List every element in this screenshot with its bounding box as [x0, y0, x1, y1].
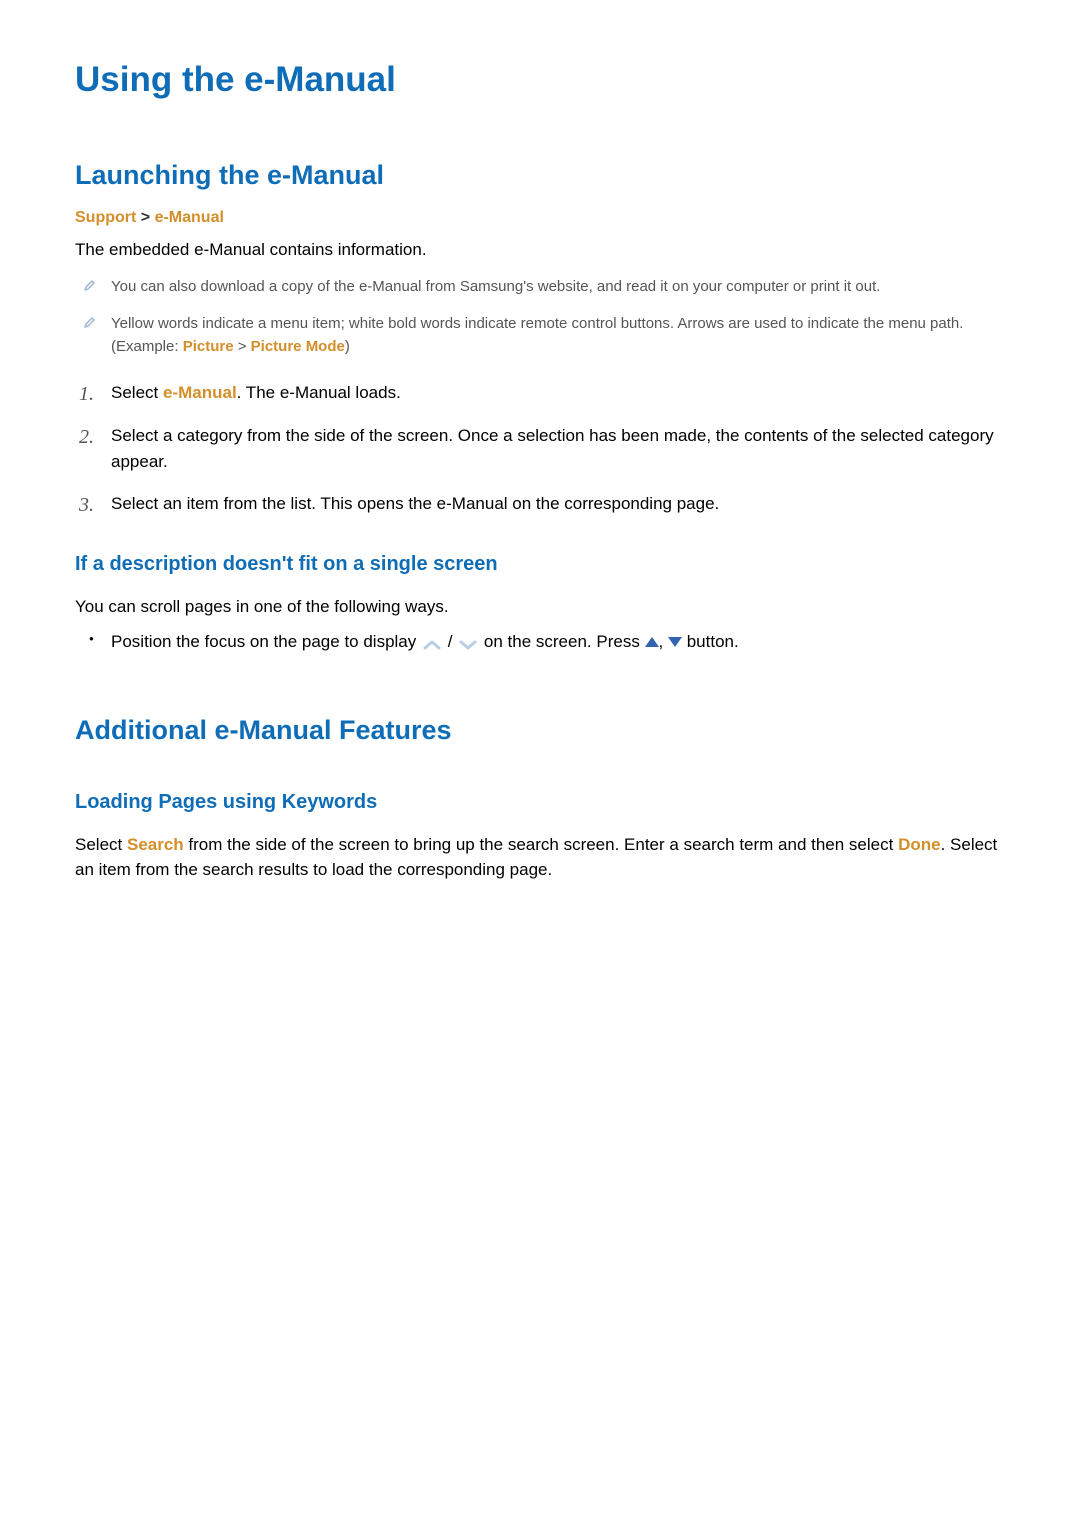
section-heading-additional: Additional e-Manual Features [75, 715, 1005, 746]
step-text: Select an item from the list. This opens… [111, 494, 719, 513]
step-text: Select a category from the side of the s… [111, 426, 994, 471]
subsection-heading-scroll: If a description doesn't fit on a single… [75, 553, 1005, 576]
note-item: Yellow words indicate a menu item; white… [75, 312, 1005, 359]
chevron-up-icon [421, 635, 443, 651]
bullet-text-mid: on the screen. Press [484, 632, 645, 651]
bullet-slash: / [448, 632, 457, 651]
step-item: Select a category from the side of the s… [75, 423, 1005, 476]
bullet-text-pre: Position the focus on the page to displa… [111, 632, 421, 651]
menu-item-picture: Picture [183, 338, 234, 355]
bullet-comma: , [659, 632, 668, 651]
menu-item-done: Done [898, 835, 941, 854]
bullet-text-post: button. [682, 632, 739, 651]
chevron-down-icon [457, 635, 479, 651]
pencil-icon [83, 315, 97, 329]
intro-text: The embedded e-Manual contains informati… [75, 237, 1005, 263]
note-text-after: ) [345, 338, 350, 355]
breadcrumb-arrow: > [141, 209, 150, 226]
menu-item-picture-mode: Picture Mode [251, 338, 345, 355]
step-text-pre: Select [111, 383, 163, 402]
breadcrumb-emanual: e-Manual [155, 209, 224, 226]
note-item: You can also download a copy of the e-Ma… [75, 275, 1005, 298]
section-heading-launching: Launching the e-Manual [75, 160, 1005, 191]
triangle-down-icon [668, 637, 682, 647]
scroll-intro: You can scroll pages in one of the follo… [75, 594, 1005, 620]
arrow-inline: > [234, 338, 251, 355]
keywords-text: Select Search from the side of the scree… [75, 832, 1005, 883]
step-item: Select an item from the list. This opens… [75, 491, 1005, 517]
breadcrumb: Support > e-Manual [75, 209, 1005, 227]
numbered-steps: Select e-Manual. The e-Manual loads. Sel… [75, 380, 1005, 517]
note-text: You can also download a copy of the e-Ma… [111, 278, 880, 295]
menu-item-emanual: e-Manual [163, 383, 237, 402]
pencil-icon [83, 278, 97, 292]
subsection-heading-keywords: Loading Pages using Keywords [75, 791, 1005, 814]
page-title: Using the e-Manual [75, 60, 1005, 100]
bullet-item: Position the focus on the page to displa… [75, 629, 1005, 655]
bullet-list: Position the focus on the page to displa… [75, 629, 1005, 655]
step-item: Select e-Manual. The e-Manual loads. [75, 380, 1005, 406]
keywords-text-pre: Select [75, 835, 127, 854]
keywords-text-mid: from the side of the screen to bring up … [184, 835, 898, 854]
menu-item-search: Search [127, 835, 184, 854]
note-list: You can also download a copy of the e-Ma… [75, 275, 1005, 359]
breadcrumb-support: Support [75, 209, 136, 226]
step-text-post: . The e-Manual loads. [237, 383, 401, 402]
triangle-up-icon [645, 637, 659, 647]
